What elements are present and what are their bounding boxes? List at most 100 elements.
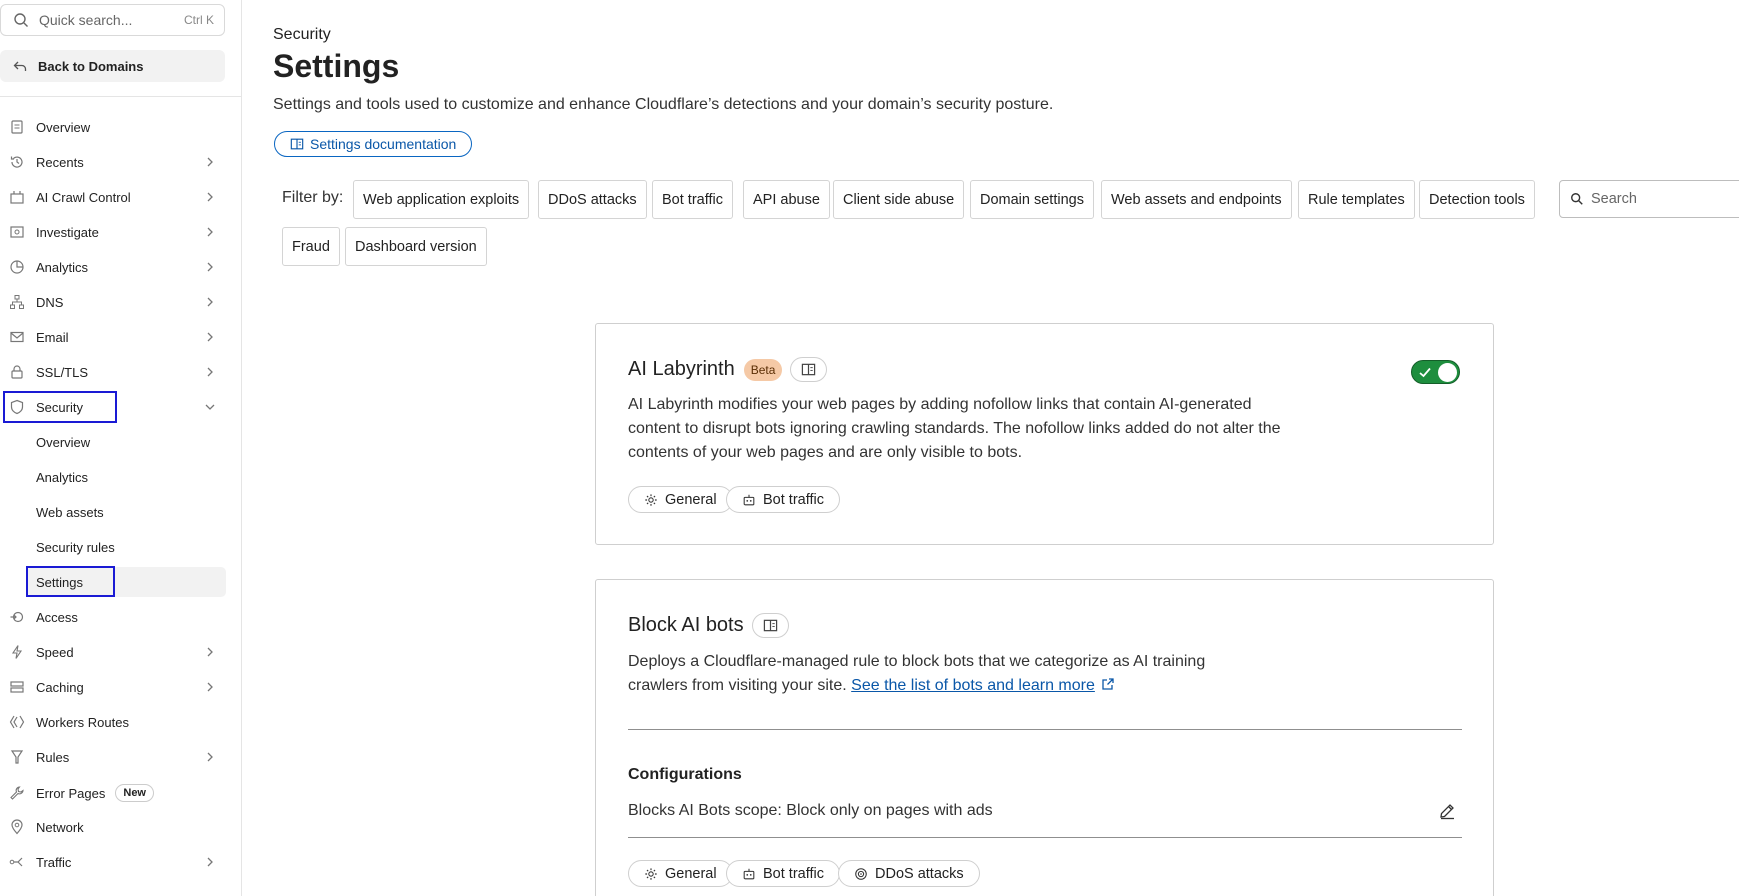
sidebar-item-rules[interactable]: Rules bbox=[0, 742, 226, 772]
filter-chip-bot-traffic[interactable]: Bot traffic bbox=[652, 180, 733, 219]
tag-ddos-attacks[interactable]: DDoS attacks bbox=[838, 860, 980, 887]
filter-chip-api-abuse[interactable]: API abuse bbox=[743, 180, 830, 219]
filter-chip-fraud[interactable]: Fraud bbox=[282, 227, 340, 266]
tag-label: DDoS attacks bbox=[875, 865, 964, 882]
search-placeholder: Search bbox=[1591, 191, 1637, 207]
edit-pencil-icon[interactable] bbox=[1438, 802, 1456, 820]
sidebar-item-label: Workers Routes bbox=[36, 714, 129, 730]
book-icon bbox=[290, 138, 304, 150]
gear-icon bbox=[645, 867, 657, 880]
filter-chip-rule-templates[interactable]: Rule templates bbox=[1298, 180, 1415, 219]
sidebar-item-dns[interactable]: DNS bbox=[0, 287, 226, 317]
rules-icon bbox=[10, 750, 24, 764]
search-icon bbox=[1571, 193, 1583, 205]
breadcrumb: Security bbox=[273, 26, 331, 43]
tag-label: General bbox=[665, 491, 717, 508]
sidebar-item-recents[interactable]: Recents bbox=[0, 147, 226, 177]
tag-bot-traffic[interactable]: Bot traffic bbox=[726, 486, 840, 513]
sidebar-item-access[interactable]: Access bbox=[0, 602, 226, 632]
sidebar: Quick search... Ctrl K Back to Domains O… bbox=[0, 0, 242, 896]
card-title-text: AI Labyrinth bbox=[628, 358, 735, 380]
toggle-knob bbox=[1438, 363, 1457, 382]
settings-search-input[interactable]: Search bbox=[1559, 180, 1739, 218]
chevron-right-icon bbox=[207, 227, 213, 237]
sidebar-item-workers-routes[interactable]: Workers Routes bbox=[0, 707, 226, 737]
sidebar-item-label: SSL/TLS bbox=[36, 364, 89, 380]
new-badge: New bbox=[115, 784, 154, 802]
divider bbox=[628, 837, 1462, 838]
sidebar-item-traffic[interactable]: Traffic bbox=[0, 847, 226, 877]
filter-chip-domain-settings[interactable]: Domain settings bbox=[970, 180, 1094, 219]
history-icon bbox=[10, 156, 23, 168]
settings-documentation-button[interactable]: Settings documentation bbox=[274, 131, 473, 157]
settings-documentation-label: Settings documentation bbox=[310, 136, 457, 152]
sidebar-item-error-pages[interactable]: Error Pages New bbox=[0, 778, 226, 808]
sidebar-subitem-analytics[interactable]: Analytics bbox=[27, 462, 226, 492]
tag-label: Bot traffic bbox=[763, 491, 824, 508]
sidebar-item-label: Error Pages bbox=[36, 785, 106, 801]
book-icon bbox=[802, 363, 816, 376]
filter-chip-detection-tools[interactable]: Detection tools bbox=[1419, 180, 1535, 219]
sidebar-item-label: Rules bbox=[36, 749, 70, 765]
sidebar-item-label: Network bbox=[36, 819, 84, 835]
search-icon bbox=[14, 13, 28, 27]
quick-search-input[interactable]: Quick search... Ctrl K bbox=[0, 4, 225, 36]
tag-bot-traffic[interactable]: Bot traffic bbox=[726, 860, 840, 887]
sidebar-item-label: Traffic bbox=[36, 854, 72, 870]
sidebar-subitem-overview[interactable]: Overview bbox=[27, 427, 226, 457]
filter-chip-client-side-abuse[interactable]: Client side abuse bbox=[833, 180, 965, 219]
sidebar-subitem-security-rules[interactable]: Security rules bbox=[27, 532, 226, 562]
sidebar-item-analytics[interactable]: Analytics bbox=[0, 252, 226, 282]
sidebar-item-investigate[interactable]: Investigate bbox=[0, 217, 226, 247]
traffic-icon bbox=[9, 857, 23, 867]
sidebar-item-speed[interactable]: Speed bbox=[0, 637, 226, 667]
robot-icon bbox=[743, 494, 755, 505]
sidebar-item-label: Caching bbox=[36, 679, 84, 695]
sidebar-divider bbox=[0, 96, 241, 97]
sidebar-item-email[interactable]: Email bbox=[0, 322, 226, 352]
back-to-domains-button[interactable]: Back to Domains bbox=[0, 50, 225, 82]
sidebar-item-label: Recents bbox=[36, 154, 84, 170]
configurations-title: Configurations bbox=[628, 766, 742, 783]
filter-chip-web-assets-and-endpoints[interactable]: Web assets and endpoints bbox=[1101, 180, 1292, 219]
chevron-right-icon bbox=[207, 367, 213, 377]
filter-chip-web-application-exploits[interactable]: Web application exploits bbox=[353, 180, 530, 219]
sidebar-item-ssl-tls[interactable]: SSL/TLS bbox=[0, 357, 226, 387]
ai-labyrinth-description: AI Labyrinth modifies your web pages by … bbox=[628, 396, 1281, 461]
main-content: Security Settings Settings and tools use… bbox=[243, 0, 1739, 896]
bots-list-link[interactable]: See the list of bots and learn more bbox=[851, 677, 1095, 694]
filter-label: Filter by: bbox=[282, 189, 344, 206]
document-icon bbox=[11, 120, 23, 134]
ai-labyrinth-toggle[interactable] bbox=[1411, 360, 1460, 384]
chevron-right-icon bbox=[207, 297, 213, 307]
sidebar-item-caching[interactable]: Caching bbox=[0, 672, 226, 702]
security-focus-outline bbox=[3, 391, 117, 423]
sidebar-subitem-web-assets[interactable]: Web assets bbox=[27, 497, 226, 527]
back-arrow-icon bbox=[13, 61, 27, 71]
check-icon bbox=[1419, 367, 1431, 378]
sidebar-item-overview[interactable]: Overview bbox=[0, 112, 226, 142]
filter-chip-dashboard-version[interactable]: Dashboard version bbox=[345, 227, 487, 266]
robot-icon bbox=[743, 868, 755, 879]
divider bbox=[628, 729, 1462, 730]
settings-focus-outline bbox=[26, 566, 115, 597]
card-title-text: Block AI bots bbox=[628, 614, 744, 636]
email-icon bbox=[10, 331, 24, 343]
ai-labyrinth-docs-button[interactable] bbox=[790, 357, 828, 382]
filter-chip-ddos-attacks[interactable]: DDoS attacks bbox=[538, 180, 647, 219]
block-ai-bots-docs-button[interactable] bbox=[751, 613, 789, 638]
tag-label: General bbox=[665, 865, 717, 882]
workers-icon bbox=[9, 715, 25, 729]
tag-general[interactable]: General bbox=[628, 486, 733, 513]
sidebar-item-label: Speed bbox=[36, 644, 74, 660]
sidebar-item-ai-crawl-control[interactable]: AI Crawl Control bbox=[0, 182, 226, 212]
target-icon bbox=[855, 867, 867, 880]
sidebar-item-network[interactable]: Network bbox=[0, 812, 226, 842]
chevron-right-icon bbox=[207, 332, 213, 342]
tag-general[interactable]: General bbox=[628, 860, 733, 887]
network-tree-icon bbox=[10, 295, 24, 309]
page-subtitle: Settings and tools used to customize and… bbox=[273, 96, 1054, 113]
back-to-domains-label: Back to Domains bbox=[38, 58, 144, 74]
sidebar-item-label: AI Crawl Control bbox=[36, 189, 131, 205]
investigate-icon bbox=[10, 226, 24, 238]
